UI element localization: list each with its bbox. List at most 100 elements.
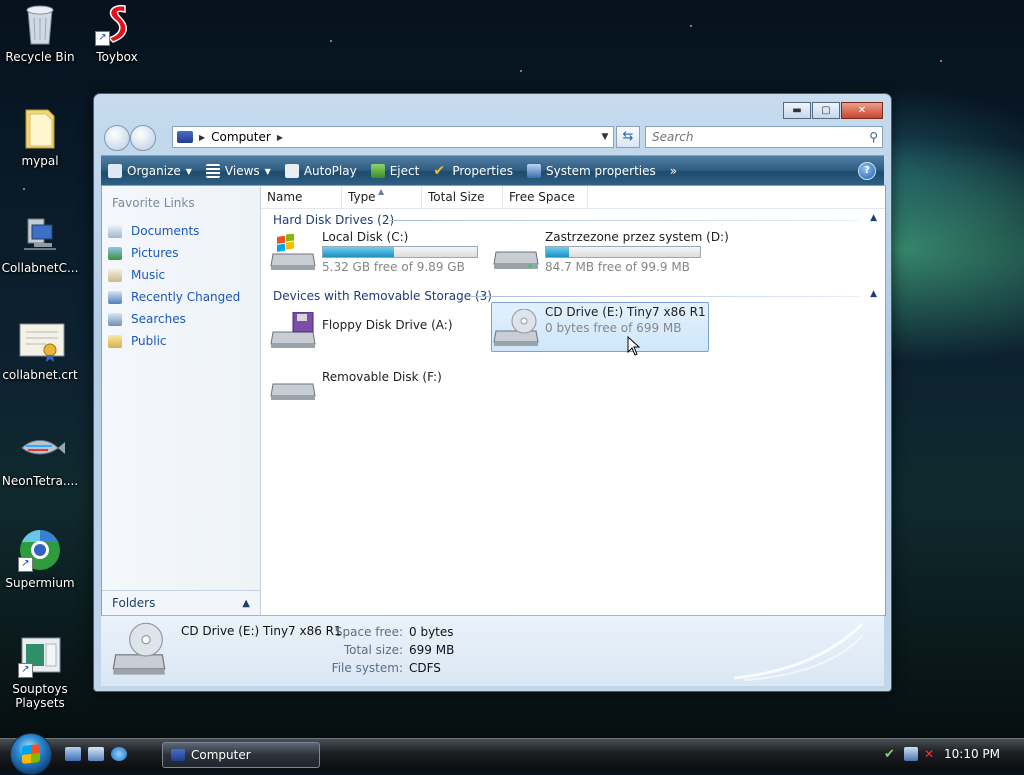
organize-button[interactable]: Organize ▼ <box>101 158 199 184</box>
autoplay-label: AutoPlay <box>303 164 357 178</box>
properties-button[interactable]: ✔ Properties <box>426 158 520 184</box>
address-dropdown-icon[interactable]: ▼ <box>597 132 613 142</box>
details-value: 699 MB <box>409 643 455 657</box>
navigation-bar: ▶ Computer ▶ ▼ ⇆ ⚲ <box>102 125 883 151</box>
column-header-free-space[interactable]: Free Space <box>503 186 588 208</box>
views-icon <box>205 164 220 178</box>
drive-removable-f[interactable]: Removable Disk (F:) <box>269 358 484 406</box>
forward-button[interactable] <box>130 125 156 151</box>
nav-item-music[interactable]: Music <box>108 264 240 286</box>
column-header-type[interactable]: ▲ Type <box>342 186 422 208</box>
breadcrumb-arrow-icon[interactable]: ▶ <box>277 133 283 142</box>
group-header-label: Hard Disk Drives (2) <box>273 213 395 227</box>
group-header-hard-disks[interactable]: Hard Disk Drives (2) <box>273 212 394 228</box>
desktop-icon-supermium[interactable]: ↗ Supermium <box>0 528 80 590</box>
autoplay-button[interactable]: AutoPlay <box>278 158 364 184</box>
star <box>690 25 692 27</box>
taskbar-button-computer[interactable]: Computer <box>162 742 320 768</box>
desktop-icon-label: collabnet.crt <box>2 368 78 382</box>
system-properties-button[interactable]: System properties <box>520 158 663 184</box>
refresh-button[interactable]: ⇆ <box>616 126 640 148</box>
details-label: Total size: <box>343 643 403 657</box>
explorer-window[interactable]: ▬ ▢ ✕ ▶ Computer ▶ ▼ ⇆ ⚲ Organize ▼ View… <box>93 93 892 692</box>
star <box>330 40 332 42</box>
chevron-up-icon: ▲ <box>242 597 250 609</box>
hard-drive-windows-icon <box>270 234 316 270</box>
breadcrumb-arrow-icon[interactable]: ▶ <box>199 133 205 142</box>
sort-arrow-icon: ▲ <box>378 187 385 196</box>
dropdown-arrow-icon: ▼ <box>185 166 192 176</box>
eject-button[interactable]: Eject <box>364 158 427 184</box>
minimize-button[interactable]: ▬ <box>783 102 811 119</box>
internet-explorer-icon[interactable] <box>111 747 127 761</box>
show-desktop-icon[interactable] <box>65 747 81 761</box>
drive-name: Local Disk (C:) <box>322 230 409 244</box>
search-box[interactable]: ⚲ <box>645 126 883 148</box>
drive-system-reserved-d[interactable]: Zastrzezone przez system (D:) 84.7 MB fr… <box>492 228 729 276</box>
network-icon[interactable] <box>904 747 918 761</box>
desktop-icon-label: CollabnetC... <box>1 261 79 275</box>
nav-item-recently-changed[interactable]: Recently Changed <box>108 286 240 308</box>
close-button[interactable]: ✕ <box>841 102 883 119</box>
address-bar[interactable]: ▶ Computer ▶ ▼ <box>172 126 614 148</box>
views-button[interactable]: Views ▼ <box>199 158 278 184</box>
desktop-icon-mypal[interactable]: mypal <box>0 106 80 168</box>
drive-cd-e[interactable]: CD Drive (E:) Tiny7 x86 R1 0 bytes free … <box>491 302 709 352</box>
details-pane: CD Drive (E:) Tiny7 x86 R1 Space free: 0… <box>101 615 884 686</box>
more-commands-button[interactable]: » <box>663 158 684 184</box>
switch-windows-icon[interactable] <box>88 747 104 761</box>
documents-icon <box>108 224 122 238</box>
nav-item-pictures[interactable]: Pictures <box>108 242 240 264</box>
searches-icon <box>108 312 122 326</box>
desktop-icon-recycle-bin[interactable]: Recycle Bin <box>0 2 80 64</box>
folders-toggle[interactable]: Folders ▲ <box>102 590 260 615</box>
drive-floppy-a[interactable]: Floppy Disk Drive (A:) <box>269 306 484 354</box>
folders-label: Folders <box>112 596 156 610</box>
chevron-up-icon[interactable]: ▲ <box>870 213 877 223</box>
desktop-icon-label: Supermium <box>5 576 75 590</box>
desktop-icon-neontetra[interactable]: NeonTetra.... <box>0 426 80 488</box>
supermium-browser-icon: ↗ <box>18 528 62 572</box>
column-header-label: Name <box>267 190 303 204</box>
taskbar: Computer ✔ ✕ 10:10 PM <box>0 733 1024 775</box>
start-button[interactable] <box>10 733 52 775</box>
drive-local-disk-c[interactable]: Local Disk (C:) 5.32 GB free of 9.89 GB <box>269 228 484 276</box>
desktop-icon-collabnet-crt[interactable]: collabnet.crt <box>0 320 80 382</box>
chevron-up-icon[interactable]: ▲ <box>870 289 877 299</box>
desktop-icon-collabnet-client[interactable]: CollabnetC... <box>0 213 80 275</box>
help-icon[interactable]: ? <box>858 162 876 180</box>
back-button[interactable] <box>104 125 130 151</box>
nav-item-documents[interactable]: Documents <box>108 220 240 242</box>
drive-name: CD Drive (E:) Tiny7 x86 R1 <box>545 305 706 319</box>
desktop-icon-souptoys[interactable]: ↗ Souptoys Playsets <box>0 634 80 710</box>
eject-icon <box>370 164 385 178</box>
window-controls: ▬ ▢ ✕ <box>783 102 883 119</box>
content-area: Favorite Links Documents Pictures Music … <box>101 185 886 616</box>
computer-icon <box>177 131 193 143</box>
nav-item-searches[interactable]: Searches <box>108 308 240 330</box>
system-properties-label: System properties <box>545 164 656 178</box>
search-icon[interactable]: ⚲ <box>869 130 878 144</box>
floppy-drive-icon <box>270 312 316 348</box>
shortcut-arrow-icon: ↗ <box>18 557 33 572</box>
column-header-total-size[interactable]: Total Size <box>422 186 503 208</box>
search-input[interactable] <box>650 129 854 145</box>
drive-usage-bar <box>545 246 701 258</box>
star <box>520 70 522 72</box>
breadcrumb-computer[interactable]: Computer <box>211 130 271 144</box>
column-header-label: Type <box>348 190 376 204</box>
volume-muted-icon[interactable]: ✕ <box>924 747 938 761</box>
column-header-name[interactable]: Name <box>261 186 342 208</box>
group-header-removable-storage[interactable]: Devices with Removable Storage (3) <box>273 288 492 304</box>
maximize-button[interactable]: ▢ <box>812 102 840 119</box>
nav-item-public[interactable]: Public <box>108 330 240 352</box>
star <box>23 188 25 190</box>
computer-network-icon <box>18 213 62 257</box>
clock[interactable]: 10:10 PM <box>944 747 1000 761</box>
desktop-icon-toybox[interactable]: ↗ Toybox <box>77 2 157 64</box>
drive-usage-fill <box>546 247 570 257</box>
drive-name: Zastrzezone przez system (D:) <box>545 230 729 244</box>
views-label: Views <box>224 164 260 178</box>
desktop-icon-label: mypal <box>21 154 59 168</box>
security-check-icon[interactable]: ✔ <box>884 747 898 762</box>
